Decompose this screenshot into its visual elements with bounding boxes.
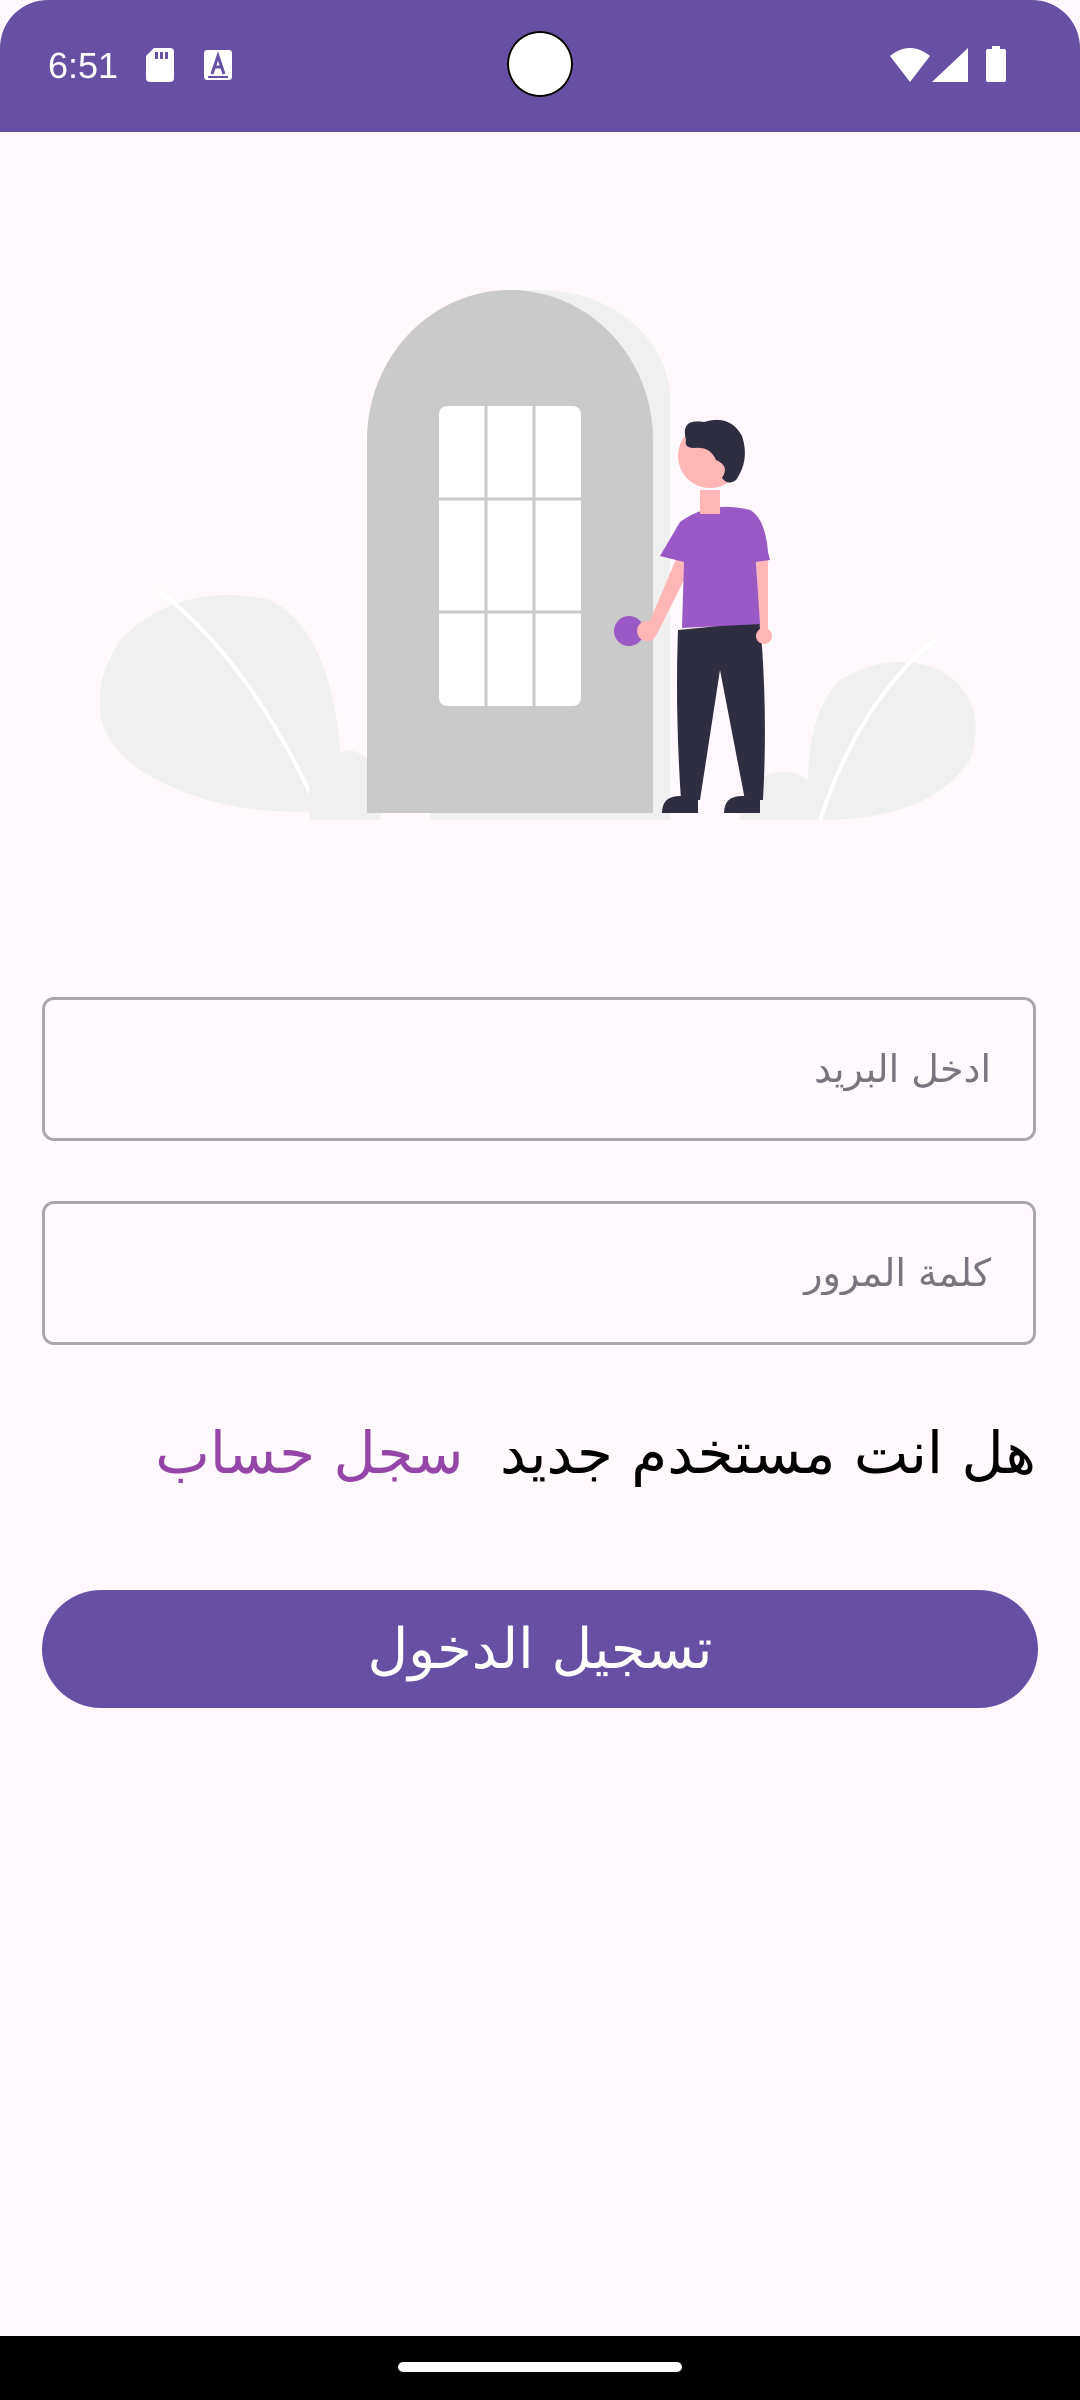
text-a-icon [204, 50, 232, 84]
status-time: 6:51 [48, 45, 119, 86]
status-bar: 6:51 [0, 0, 1080, 132]
password-field[interactable] [42, 1201, 1036, 1345]
door-person-illustration [99, 290, 980, 821]
camera-cutout [507, 31, 573, 97]
signup-prompt: هل انت مستخدم جديد سجل حساب [42, 1410, 1036, 1496]
sd-card-icon [146, 48, 174, 86]
cellular-signal-icon [932, 48, 968, 86]
wifi-icon [890, 48, 930, 86]
home-indicator[interactable] [398, 2362, 682, 2372]
signup-link[interactable]: سجل حساب [155, 1419, 463, 1487]
signup-question-text: هل انت مستخدم جديد [499, 1419, 1036, 1487]
login-button[interactable]: تسجيل الدخول [42, 1590, 1038, 1708]
battery-icon [986, 46, 1006, 86]
email-field[interactable] [42, 997, 1036, 1141]
